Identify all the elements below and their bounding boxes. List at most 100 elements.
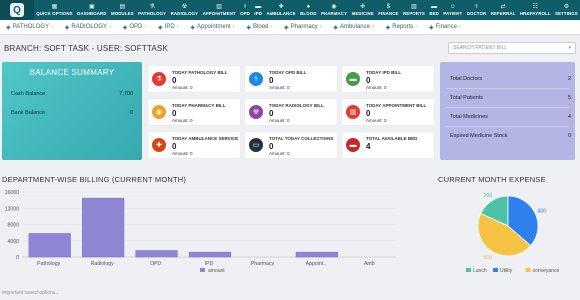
nav-pharmacy[interactable]: ◉ PHARMACY bbox=[319, 0, 350, 20]
summary-row: Total Medicines 4 bbox=[450, 114, 571, 120]
nav-bed[interactable]: ▬ BED bbox=[427, 0, 441, 20]
bar-appoint bbox=[295, 251, 338, 258]
subnav-label: Blood bbox=[252, 24, 269, 30]
calendar-icon: ▥ bbox=[346, 105, 360, 119]
stat-amount: Amount: 0 bbox=[366, 118, 387, 123]
stat-amount: Amount: 0 bbox=[269, 85, 290, 90]
summary-value: 0 bbox=[567, 133, 571, 139]
subnav-label: IPD bbox=[164, 24, 175, 30]
chevron-right-icon: › bbox=[270, 24, 273, 30]
footer-note: Important saved options... bbox=[2, 290, 60, 296]
pill-icon: ◉ bbox=[152, 105, 166, 119]
x-tick-label: IPD bbox=[205, 261, 214, 267]
subnav-ambulance[interactable]: ◈ Ambulance › bbox=[327, 24, 379, 31]
stat-card-today-appointment-bill[interactable]: ▥ TODAY APPOINTMENT BILL 0 Amount: 0 bbox=[342, 99, 434, 125]
subnav-appointment[interactable]: ◈ Appointment › bbox=[184, 24, 240, 31]
subnav-ipd[interactable]: ◈ IPD › bbox=[152, 24, 184, 31]
nav-label: PATHOLOGY bbox=[138, 10, 167, 16]
stat-card-today-pharmacy-bill[interactable]: ◉ TODAY PHARMACY BILL 0 Amount: 0 bbox=[148, 99, 240, 125]
nav-ambulance[interactable]: ✚ AMBULANCE bbox=[264, 0, 298, 20]
nav-dashboard[interactable]: ▣ DASHBOARD bbox=[75, 0, 109, 20]
nav-label: AMBULANCE bbox=[266, 10, 296, 16]
chevron-right-icon: › bbox=[176, 24, 179, 30]
subnav-reports[interactable]: ◈ Reports › bbox=[380, 24, 423, 31]
nav-doctor[interactable]: ⚕ DOCTOR bbox=[464, 0, 488, 20]
stat-caption: TOTAL AVAILABLE BED bbox=[366, 136, 418, 141]
nav-quick-options[interactable]: ▦ QUICK OPTIONS bbox=[34, 0, 75, 20]
stethoscope-icon: ⚕ bbox=[249, 72, 263, 86]
department-billing-heading: DEPARTMENT-WISE BILLING (CURRENT MONTH) bbox=[2, 175, 187, 184]
nav-ipd[interactable]: ▬ IPD bbox=[252, 0, 264, 20]
nav-label: MEDICINE bbox=[351, 10, 374, 16]
nav-medicine[interactable]: ✙ MEDICINE bbox=[349, 0, 376, 20]
modules-icon: ▤ bbox=[119, 3, 126, 10]
search-patient-bill-select[interactable]: SEARCH PATIENT BILL ▾ bbox=[448, 42, 576, 54]
y-tick-label: 12000 bbox=[5, 206, 20, 212]
nav-hr-payroll[interactable]: ☷ HR&PAYROLL bbox=[518, 0, 553, 20]
stat-card-total-available-bed[interactable]: ▬ TOTAL AVAILABLE BED 4 bbox=[342, 132, 434, 158]
nav-settings[interactable]: ⚙ SETTINGS bbox=[553, 0, 580, 20]
branch-bar: BRANCH: SOFT TASK - USER: SOFTTASK SEARC… bbox=[0, 35, 580, 61]
home-logo[interactable]: Q bbox=[0, 0, 34, 20]
y-tick-label: 4000 bbox=[7, 239, 19, 245]
nav-radiology[interactable]: ☢ RADIOLOGY bbox=[168, 0, 200, 20]
subnav-radiology[interactable]: ◈ RADIOLOGY › bbox=[59, 24, 117, 31]
cash-balance-value: 7,700 bbox=[119, 91, 133, 97]
stat-caption: TODAY RADIOLOGY BILL bbox=[269, 103, 324, 108]
stat-amount: Amount: 0 bbox=[269, 118, 290, 123]
subnav-pharmacy[interactable]: ◈ Pharmacy › bbox=[278, 24, 327, 31]
top-navbar: Q ▦ QUICK OPTIONS ▣ DASHBOARD ▤ MODULES ⚗ PATHO… bbox=[0, 0, 580, 20]
nav-label: REPORTS bbox=[402, 10, 425, 16]
legend-label: conveyance bbox=[533, 268, 560, 274]
nav-finance[interactable]: $ FINANCE bbox=[376, 0, 401, 20]
summary-value: 5 bbox=[567, 95, 571, 101]
bed-icon: ▬ bbox=[346, 72, 360, 86]
bank-balance-row: Bank Balance 0 bbox=[2, 110, 142, 116]
stat-value: 0 bbox=[366, 76, 371, 85]
department-billing-chart: 0 4000 8000 12000 16000 Pathology Radiology OPD… bbox=[5, 190, 396, 274]
stat-card-total-today-collections[interactable]: ▭ TOTAL TODAY COLLECTIONS 0 Amount: 0 bbox=[245, 132, 337, 158]
stat-caption: TODAY APPOINTMENT BILL bbox=[366, 103, 427, 108]
nav-label: PHARMACY bbox=[320, 10, 348, 16]
chevron-right-icon: › bbox=[144, 24, 147, 30]
stat-card-today-ipd-bill[interactable]: ▬ TODAY IPD BILL 0 Amount: 0 bbox=[342, 66, 434, 92]
subnav-blood[interactable]: ◈ Blood › bbox=[240, 24, 278, 31]
nav-reports[interactable]: ▧ REPORTS bbox=[401, 0, 427, 20]
cash-balance-row: Cash Balance 7,700 bbox=[2, 91, 142, 97]
legend-label: Utility bbox=[500, 268, 513, 274]
stat-card-today-opd-bill[interactable]: ⚕ TODAY OPD BILL 0 Amount: 0 bbox=[245, 66, 337, 92]
stat-card-today-ambulance-service[interactable]: ✚ TODAY AMBULANCE SERVICE 0 Amount: 0 bbox=[148, 132, 240, 158]
stat-value: 0 bbox=[366, 109, 371, 118]
nav-blood[interactable]: ● BLOOD bbox=[298, 0, 319, 20]
stat-caption: TODAY AMBULANCE SERVICE bbox=[172, 136, 239, 141]
referral-icon: ⇄ bbox=[500, 3, 506, 10]
nav-pathology[interactable]: ⚗ PATHOLOGY bbox=[136, 0, 169, 20]
summary-label: Expired Medicine Stock bbox=[450, 133, 508, 139]
menu-bullet-icon: ◈ bbox=[284, 24, 289, 31]
nav-modules[interactable]: ▤ MODULES bbox=[109, 0, 136, 20]
expense-pie-chart: 200 400 500 Lunch Utility conveyance bbox=[466, 193, 560, 274]
x-tick-label: Radiology bbox=[91, 261, 114, 267]
nav-opd[interactable]: ⚕ OPD bbox=[238, 0, 252, 20]
logo-icon: Q bbox=[10, 3, 24, 17]
sub-navbar: ◈ PATHOLOGY › ◈ RADIOLOGY › ◈ OPD › ◈ IPD › ◈ Appoint… bbox=[0, 20, 580, 35]
stat-caption: TODAY IPD BILL bbox=[366, 70, 402, 75]
nav-referral[interactable]: ⇄ REFERRAL bbox=[488, 0, 517, 20]
y-tick-label: 0 bbox=[16, 255, 19, 261]
subnav-finance[interactable]: ◈ Finance › bbox=[423, 24, 467, 31]
nav-appointment[interactable]: ▥ APPOINTMENT bbox=[200, 0, 238, 20]
stat-card-today-radiology-bill[interactable]: ☢ TODAY RADIOLOGY BILL 0 Amount: 0 bbox=[245, 99, 337, 125]
summary-label: Total Doctors bbox=[450, 76, 483, 82]
chevron-right-icon: › bbox=[371, 24, 374, 30]
nav-patient[interactable]: ☺ PATIENT bbox=[441, 0, 464, 20]
divider bbox=[446, 88, 569, 89]
subnav-opd[interactable]: ◈ OPD › bbox=[117, 24, 152, 31]
legend-swatch bbox=[200, 268, 205, 272]
subnav-pathology[interactable]: ◈ PATHOLOGY › bbox=[0, 24, 59, 31]
bed-icon: ▬ bbox=[346, 138, 360, 152]
chevron-right-icon: › bbox=[415, 24, 417, 30]
stat-card-today-pathology-bill[interactable]: ⚗ TODAY PATHOLOGY BILL 0 Amount: 0 bbox=[148, 66, 240, 92]
bed-icon: ▬ bbox=[255, 3, 262, 10]
pie-data-label: 400 bbox=[537, 209, 546, 215]
pie-data-label: 500 bbox=[484, 255, 493, 261]
